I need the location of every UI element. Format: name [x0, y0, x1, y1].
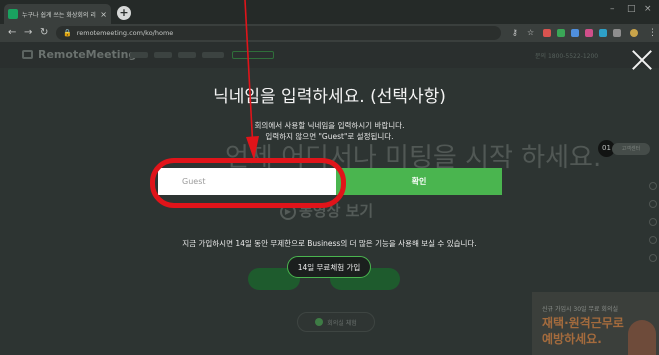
- extension-icon[interactable]: [585, 29, 593, 37]
- side-nav-dot: [649, 182, 657, 190]
- forward-arrow-icon[interactable]: →: [24, 27, 32, 39]
- background-video-label: 동영상 보기: [299, 202, 374, 220]
- promo-caption: 신규 가입시 30일 무료 회의실: [542, 306, 618, 313]
- nav-item: [202, 52, 224, 58]
- nav-item: [154, 52, 172, 58]
- modal-description: 회의에서 사용할 닉네임을 입력하시기 바랍니다.: [254, 121, 405, 130]
- side-nav-dot: [649, 200, 657, 208]
- play-icon: ▶: [280, 203, 296, 220]
- nav-item: [232, 51, 274, 59]
- modal-description: 입력하지 않으면 "Guest"로 설정됩니다.: [265, 132, 394, 141]
- site-logo: RemoteMeeting: [38, 48, 137, 61]
- tab-close-icon[interactable]: ×: [100, 10, 107, 19]
- header-contact: 문의 1800-5522-1200: [535, 53, 599, 60]
- extension-icon[interactable]: [571, 29, 579, 37]
- extension-icon[interactable]: [599, 29, 607, 37]
- logo-icon: [22, 50, 33, 59]
- modal-title: 닉네임을 입력하세요. (선택사항): [213, 87, 446, 107]
- nav-item: [178, 52, 196, 58]
- lock-icon: 🔒: [63, 29, 72, 37]
- key-icon[interactable]: ⚷: [512, 27, 518, 39]
- window-close-button[interactable]: ×: [644, 4, 652, 14]
- extension-icon[interactable]: [557, 29, 565, 37]
- extension-icon[interactable]: [613, 29, 621, 37]
- window-maximize-button[interactable]: □: [627, 4, 636, 14]
- nickname-input[interactable]: [158, 168, 336, 195]
- side-pill: 고객센터: [612, 143, 650, 155]
- menu-kebab-icon[interactable]: ⋮: [648, 27, 657, 39]
- site-header: RemoteMeeting 문의 1800-5522-1200: [0, 42, 659, 68]
- background-trial-room-label: 회의실 체험: [327, 319, 357, 327]
- browser-toolbar: ← → ↻ 🔒 remotemeeting.com/ko/home ⚷ ☆ ⋮: [0, 24, 659, 42]
- side-nav-dot: [649, 254, 657, 262]
- favicon-icon: [8, 9, 18, 19]
- profile-avatar[interactable]: [630, 29, 638, 37]
- tab-title: 누구나 쉽게 쓰는 화상회의 리모트미팅: [22, 11, 96, 19]
- bookmark-star-icon[interactable]: ☆: [527, 27, 534, 39]
- address-bar[interactable]: 🔒 remotemeeting.com/ko/home: [56, 26, 501, 40]
- room-icon: [315, 318, 324, 326]
- promo-banner: 신규 가입시 30일 무료 회의실 재택·원격근무로 예방하세요.: [532, 292, 659, 355]
- reload-icon[interactable]: ↻: [40, 27, 48, 39]
- promo-headline-2: 예방하세요.: [542, 332, 602, 346]
- browser-tab[interactable]: 누구나 쉽게 쓰는 화상회의 리모트미팅 ×: [4, 4, 111, 24]
- confirm-button[interactable]: 확인: [336, 168, 502, 195]
- side-nav-dot: [649, 218, 657, 226]
- trial-promo-text: 지금 가입하시면 14일 동안 무제한으로 Business의 더 많은 기능을…: [182, 239, 477, 248]
- url-text: remotemeeting.com/ko/home: [76, 29, 174, 37]
- background-trial-room-button: 회의실 체험: [297, 312, 375, 332]
- extension-icon[interactable]: [543, 29, 551, 37]
- promo-person-image: [628, 320, 656, 355]
- browser-tab-strip: 누구나 쉽게 쓰는 화상회의 리모트미팅 × + – □ ×: [0, 0, 659, 24]
- new-tab-button[interactable]: +: [117, 6, 131, 20]
- background-video-link: ▶ 동영상 보기: [280, 200, 373, 221]
- window-minimize-button[interactable]: –: [610, 4, 615, 14]
- close-icon[interactable]: [632, 50, 652, 70]
- nav-item: [130, 52, 148, 58]
- free-trial-signup-button[interactable]: 14일 무료체험 가입: [287, 256, 371, 278]
- back-arrow-icon[interactable]: ←: [8, 27, 16, 39]
- promo-headline-1: 재택·원격근무로: [542, 316, 624, 330]
